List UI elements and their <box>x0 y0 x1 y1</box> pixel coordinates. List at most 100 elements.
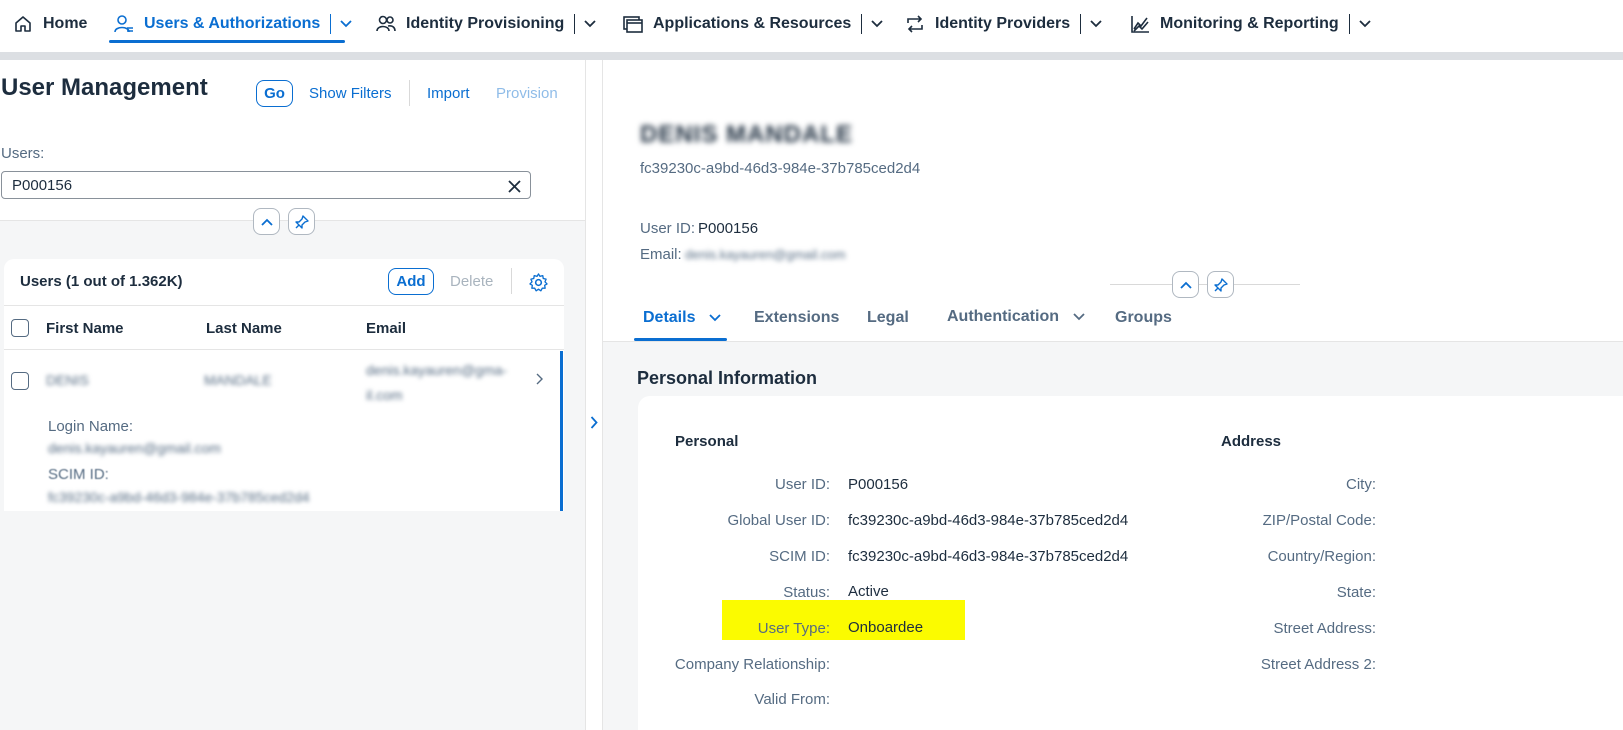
section-title: Personal Information <box>637 368 818 388</box>
chevron-right-icon[interactable] <box>535 372 543 390</box>
login-name-value: denis.kayauren@gmail.com <box>48 440 221 456</box>
user-display-name: DENIS MANDALE <box>640 121 854 148</box>
pin-icon <box>294 214 309 229</box>
state-label: State: <box>1336 584 1376 601</box>
chevron-right-icon[interactable] <box>586 414 602 430</box>
global-user-id-label: Global User ID: <box>727 512 830 529</box>
user-id-value: P000156 <box>848 476 909 493</box>
row-checkbox[interactable] <box>11 372 29 390</box>
pin-header-button[interactable] <box>1207 271 1234 298</box>
nav-separator <box>1080 14 1082 34</box>
table-row[interactable]: DENIS MANDALE denis.kayauren@gma- il.com… <box>4 351 564 511</box>
email-cell-line-1: denis.kayauren@gma- <box>366 362 508 378</box>
first-name-cell: DENIS <box>46 372 89 388</box>
chevron-down-icon[interactable] <box>583 17 597 31</box>
email-cell-line-2: il.com <box>366 387 403 403</box>
column-header-last-name[interactable]: Last Name <box>206 320 282 337</box>
nav-shadow <box>0 52 1623 60</box>
chevron-down-icon[interactable] <box>1089 17 1103 31</box>
login-name-label: Login Name: <box>48 418 134 435</box>
pane-splitter[interactable] <box>585 60 603 730</box>
global-user-id-value: fc39230c-a9bd-46d3-984e-37b785ced2d4 <box>848 512 1129 529</box>
tab-extensions[interactable]: Extensions <box>754 309 839 327</box>
tab-active-indicator <box>634 338 727 341</box>
chevron-down-icon[interactable] <box>1073 311 1085 323</box>
chevron-down-icon[interactable] <box>709 312 722 324</box>
header-email-value: denis.kayauren@gmail.com <box>685 247 846 262</box>
clear-icon[interactable] <box>505 177 523 195</box>
pin-icon <box>1213 277 1228 292</box>
scim-id-label: SCIM ID: <box>769 548 830 565</box>
users-table-title: Users (1 out of 1.362K) <box>20 273 183 290</box>
nav-item-monitoring-reporting[interactable]: Monitoring & Reporting <box>1129 0 1372 48</box>
column-header-first-name[interactable]: First Name <box>46 320 124 337</box>
toolbar-separator <box>511 268 512 294</box>
country-region-label: Country/Region: <box>1267 548 1376 565</box>
nav-item-identity-providers[interactable]: Identity Providers <box>904 0 1103 48</box>
column-header-email[interactable]: Email <box>366 320 406 337</box>
street-address-label: Street Address: <box>1273 620 1376 637</box>
nav-item-label: Identity Providers <box>935 15 1071 32</box>
nav-item-label: Applications & Resources <box>653 15 852 32</box>
collapse-header-button[interactable] <box>253 208 280 235</box>
toolbar-separator <box>409 80 410 106</box>
city-label: City: <box>1346 476 1376 493</box>
delete-user-button[interactable]: Delete <box>450 273 493 290</box>
chevron-down-icon[interactable] <box>339 17 353 31</box>
import-button[interactable]: Import <box>427 85 470 102</box>
tab-label: Details <box>643 309 696 326</box>
top-navigation-bar: Home Users & Authorizations Identity Pro… <box>0 0 1623 52</box>
tab-label: Extensions <box>754 309 840 326</box>
header-email-label: Email: <box>640 246 682 263</box>
scim-id-label: SCIM ID: <box>48 466 109 483</box>
page-title: User Management <box>1 74 208 101</box>
nav-item-applications-resources[interactable]: Applications & Resources <box>622 0 884 48</box>
chevron-down-icon[interactable] <box>1358 17 1372 31</box>
zip-postal-code-label: ZIP/Postal Code: <box>1262 512 1376 529</box>
status-label: Status: <box>783 584 830 601</box>
nav-separator <box>1348 14 1350 34</box>
gear-icon[interactable] <box>528 272 548 292</box>
tab-label: Authentication <box>947 308 1059 325</box>
tab-authentication[interactable]: Authentication <box>947 308 1085 326</box>
nav-item-label: Monitoring & Reporting <box>1160 15 1339 32</box>
nav-item-home[interactable]: Home <box>12 0 87 48</box>
header-divider <box>1110 284 1300 285</box>
header-user-id-value: P000156 <box>698 220 759 237</box>
nav-separator <box>574 14 576 34</box>
chevron-down-icon[interactable] <box>870 17 884 31</box>
go-button[interactable]: Go <box>256 80 293 107</box>
personal-group-title: Personal <box>675 433 739 450</box>
street-address-2-label: Street Address 2: <box>1260 656 1376 673</box>
tab-groups[interactable]: Groups <box>1115 309 1172 327</box>
tab-label: Legal <box>867 309 909 326</box>
nav-item-label: Users & Authorizations <box>144 15 321 32</box>
tab-details[interactable]: Details <box>643 309 722 327</box>
identity-providers-icon <box>904 13 926 35</box>
pin-header-button[interactable] <box>288 208 315 235</box>
nav-item-identity-provisioning[interactable]: Identity Provisioning <box>375 0 597 48</box>
select-all-checkbox[interactable] <box>11 319 29 337</box>
tab-legal[interactable]: Legal <box>867 309 909 327</box>
user-id-label: User ID: <box>774 476 830 493</box>
provision-button[interactable]: Provision <box>496 85 558 102</box>
add-user-button[interactable]: Add <box>388 268 434 295</box>
users-icon <box>113 13 135 35</box>
user-guid: fc39230c-a9bd-46d3-984e-37b785ced2d4 <box>640 160 921 177</box>
collapse-header-button[interactable] <box>1172 271 1199 298</box>
last-name-cell: MANDALE <box>204 372 272 388</box>
user-type-label: User Type: <box>757 620 830 637</box>
users-search-input[interactable] <box>1 171 531 199</box>
users-table-card: Users (1 out of 1.362K) Add Delete First… <box>4 259 564 511</box>
scim-id-value: fc39230c-a9bd-46d3-984e-37b785ced2d4 <box>48 489 310 505</box>
nav-item-label: Identity Provisioning <box>406 15 565 32</box>
row-selected-indicator <box>560 351 563 511</box>
show-filters-button[interactable]: Show Filters <box>309 85 392 102</box>
scim-id-value: fc39230c-a9bd-46d3-984e-37b785ced2d4 <box>848 548 1129 565</box>
company-relationship-label: Company Relationship: <box>674 656 830 673</box>
user-type-value: Onboardee <box>848 619 924 636</box>
applications-icon <box>622 13 644 35</box>
home-icon <box>12 13 34 35</box>
users-filter-label: Users: <box>1 145 45 162</box>
header-user-id-label: User ID: <box>640 220 696 237</box>
